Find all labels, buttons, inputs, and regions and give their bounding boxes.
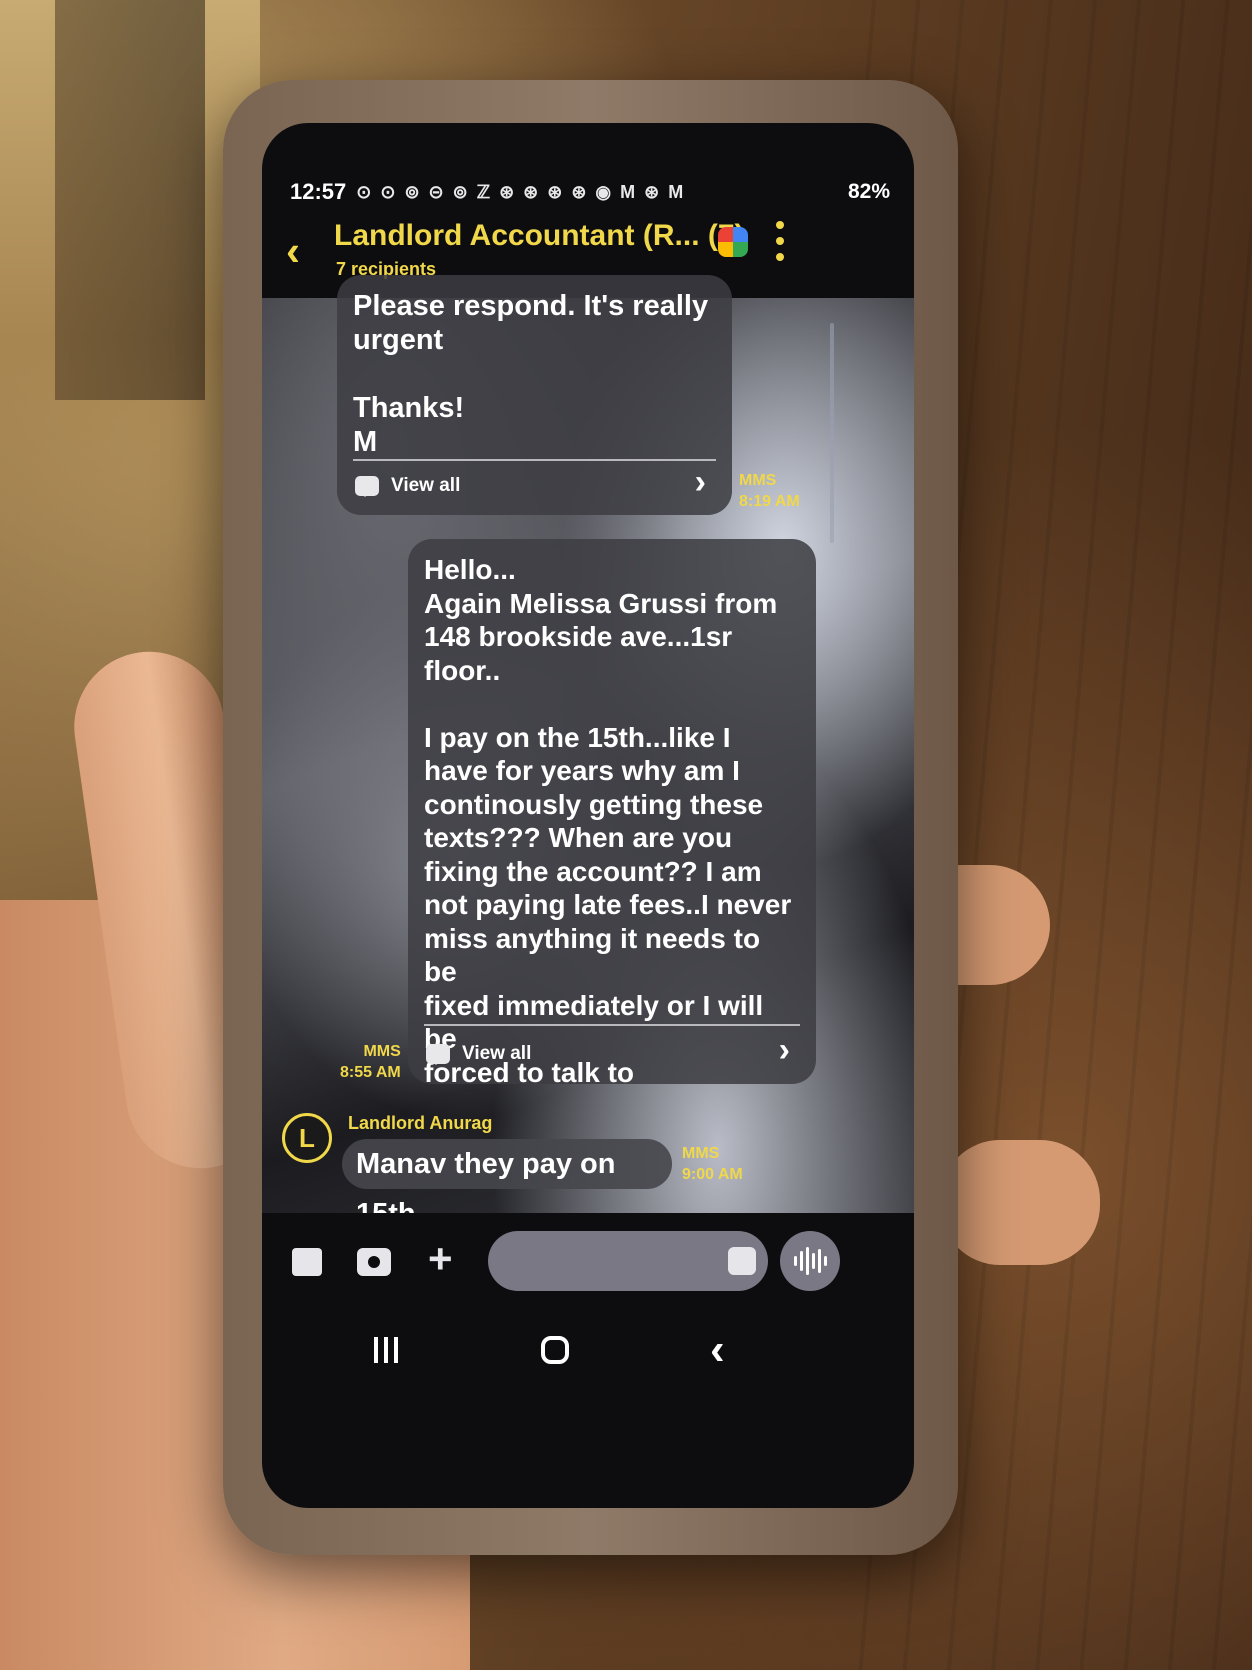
- notification-icons: ⊙ ⊙ ⊚ ⊝ ⊚ ℤ ⊛ ⊛ ⊛ ⊛ ◉ M ⊛ M: [356, 181, 686, 202]
- phone-screen: 12:57 ⊙ ⊙ ⊚ ⊝ ⊚ ℤ ⊛ ⊛ ⊛ ⊛ ◉ M ⊛ M 82% ‹ …: [262, 123, 914, 1508]
- message-text: Please respond. It's really urgent Thank…: [353, 290, 709, 458]
- message-composer: +: [262, 1213, 914, 1318]
- camera-icon[interactable]: [357, 1248, 391, 1276]
- view-all-label: View all: [391, 475, 461, 496]
- message-type: MMS: [682, 1145, 720, 1162]
- message-bubble[interactable]: Manav they pay on 15th: [342, 1139, 672, 1230]
- plus-icon[interactable]: +: [428, 1235, 453, 1283]
- background-door: [55, 0, 205, 400]
- chevron-right-icon[interactable]: ›: [695, 463, 706, 502]
- message-meta: MMS 8:55 AM: [340, 1041, 401, 1083]
- navigation-bar: ‹: [262, 1323, 914, 1383]
- sender-avatar[interactable]: L: [282, 1113, 332, 1163]
- conversation-title[interactable]: Landlord Accountant (R... (7): [334, 219, 745, 253]
- message-time: 9:00 AM: [682, 1166, 743, 1183]
- divider: [424, 1024, 800, 1026]
- chat-bubble-icon: [355, 476, 379, 497]
- message-type: MMS: [739, 472, 777, 489]
- chevron-right-icon[interactable]: ›: [779, 1031, 790, 1070]
- message-type: MMS: [363, 1043, 401, 1060]
- message-time: 8:55 AM: [340, 1064, 401, 1081]
- sticker-icon[interactable]: [728, 1247, 756, 1275]
- battery-level: 82%: [847, 180, 890, 203]
- divider: [353, 459, 716, 461]
- status-bar: 12:57 ⊙ ⊙ ⊚ ⊝ ⊚ ℤ ⊛ ⊛ ⊛ ⊛ ◉ M ⊛ M 82%: [290, 175, 890, 209]
- back-arrow-icon[interactable]: ‹: [286, 230, 300, 272]
- voice-icon[interactable]: [780, 1231, 840, 1291]
- view-all-link[interactable]: View all: [355, 475, 460, 497]
- recents-icon[interactable]: [374, 1337, 398, 1363]
- nav-back-icon[interactable]: ‹: [710, 1325, 725, 1375]
- chat-bubble-icon: [426, 1044, 450, 1065]
- hand-finger: [940, 1140, 1100, 1265]
- group-avatar-icon[interactable]: [718, 227, 748, 257]
- message-bubble[interactable]: Hello... Again Melissa Grussi from 148 b…: [408, 539, 816, 1088]
- status-time: 12:57: [290, 179, 347, 204]
- message-meta: MMS 9:00 AM: [682, 1143, 743, 1185]
- message-text: Hello... Again Melissa Grussi from 148 b…: [424, 554, 792, 1088]
- home-icon[interactable]: [541, 1336, 569, 1364]
- message-bubble[interactable]: Please respond. It's really urgent Thank…: [337, 275, 732, 515]
- message-time: 8:19 AM: [739, 493, 800, 510]
- message-input[interactable]: [488, 1231, 768, 1291]
- scrollbar[interactable]: [830, 323, 834, 543]
- sender-name: Landlord Anurag: [348, 1113, 493, 1133]
- more-options-icon[interactable]: [775, 221, 785, 261]
- gallery-icon[interactable]: [292, 1248, 322, 1276]
- view-all-label: View all: [462, 1043, 532, 1064]
- message-meta: MMS 8:19 AM: [739, 470, 800, 512]
- view-all-link[interactable]: View all: [426, 1043, 531, 1065]
